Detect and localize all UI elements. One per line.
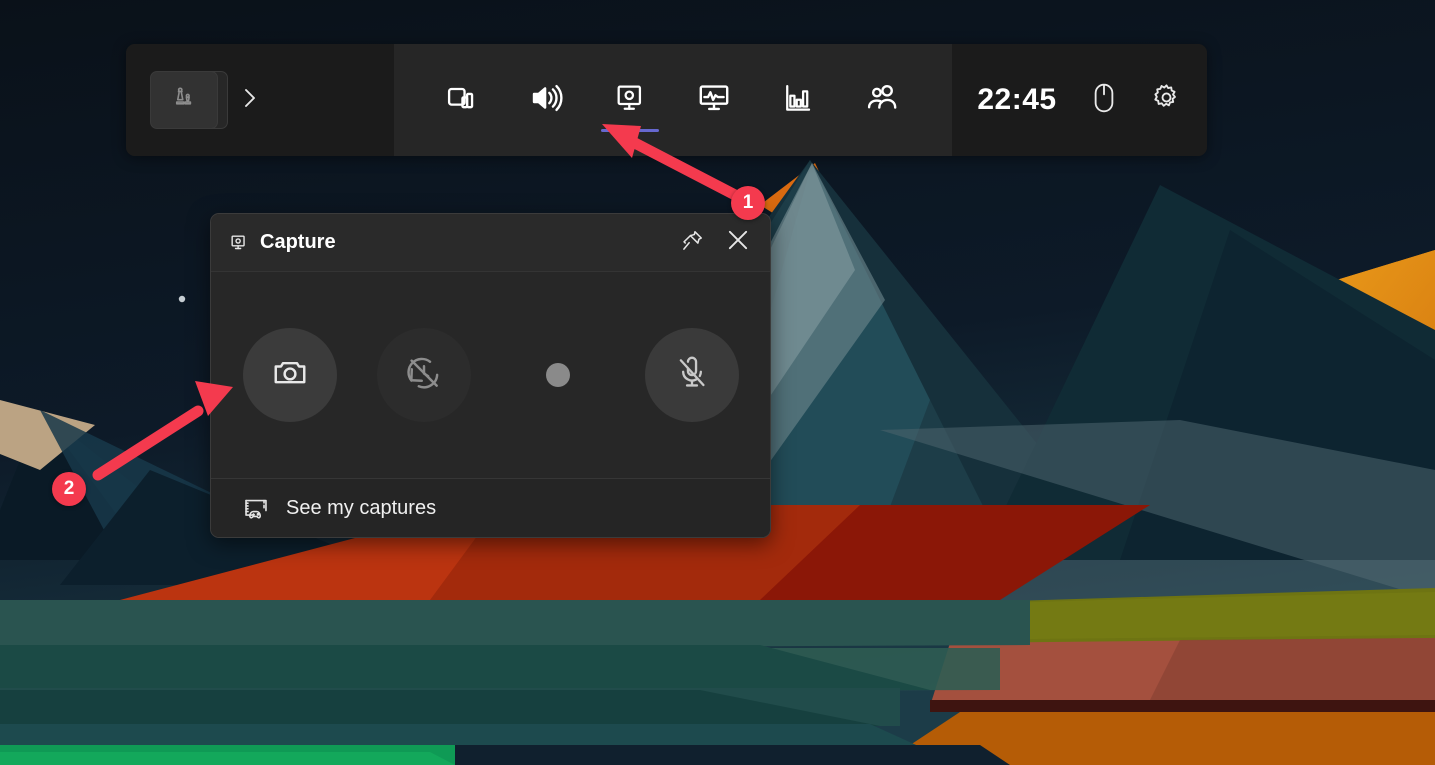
microphone-muted-icon	[674, 355, 710, 396]
sidebar-item-performance[interactable]	[678, 44, 750, 156]
gamebar-left-section	[126, 44, 394, 156]
see-my-captures-label: See my captures	[286, 497, 437, 519]
xbox-game-bar: 22:45	[126, 44, 1207, 156]
people-icon	[864, 80, 900, 121]
capture-icon	[613, 81, 647, 120]
clock: 22:45	[977, 83, 1057, 116]
camera-icon	[271, 354, 309, 397]
start-recording-button[interactable]	[511, 328, 605, 422]
gear-icon	[1151, 82, 1182, 118]
capture-panel: Capture See my captures	[210, 213, 771, 538]
see-my-captures-link[interactable]: See my captures	[243, 496, 436, 522]
capture-panel-footer: See my captures	[211, 479, 770, 537]
widget-tile[interactable]	[150, 71, 228, 129]
record-dot-icon	[546, 363, 570, 387]
screen: 22:45 Capture See my captures 1 2	[0, 0, 1435, 765]
chevron-right-icon	[241, 85, 258, 116]
speaker-icon	[528, 80, 564, 121]
capture-icon	[229, 233, 248, 252]
screenshot-button[interactable]	[243, 328, 337, 422]
capture-buttons-row	[211, 272, 770, 479]
widget-store-icon	[444, 80, 480, 121]
capture-panel-header: Capture	[211, 214, 770, 272]
sidebar-item-xbox-social[interactable]	[846, 44, 918, 156]
bar-chart-icon	[781, 81, 815, 120]
clock-slash-icon	[405, 354, 443, 397]
panel-title: Capture	[260, 231, 336, 253]
expand-widgets-button[interactable]	[232, 70, 266, 130]
mouse-icon	[1091, 82, 1117, 119]
close-icon	[724, 226, 752, 259]
pin-icon	[681, 229, 704, 257]
close-button[interactable]	[718, 223, 758, 263]
settings-button[interactable]	[1151, 82, 1182, 118]
record-last-30-button[interactable]	[377, 328, 471, 422]
widget-tile-front-card	[150, 71, 218, 129]
performance-icon	[696, 80, 732, 121]
sidebar-item-audio[interactable]	[510, 44, 582, 156]
sidebar-item-capture[interactable]	[594, 44, 666, 156]
pin-button[interactable]	[672, 223, 712, 263]
toggle-mic-button[interactable]	[645, 328, 739, 422]
sidebar-item-resources[interactable]	[762, 44, 834, 156]
gallery-gamepad-icon	[243, 496, 269, 522]
chess-pieces-icon	[169, 83, 199, 118]
active-tab-underline	[601, 129, 659, 132]
sidebar-item-widgets[interactable]	[426, 44, 498, 156]
mouse-button[interactable]	[1091, 82, 1117, 119]
gamebar-right-section: 22:45	[952, 44, 1207, 156]
gamebar-tab-section	[394, 44, 952, 156]
